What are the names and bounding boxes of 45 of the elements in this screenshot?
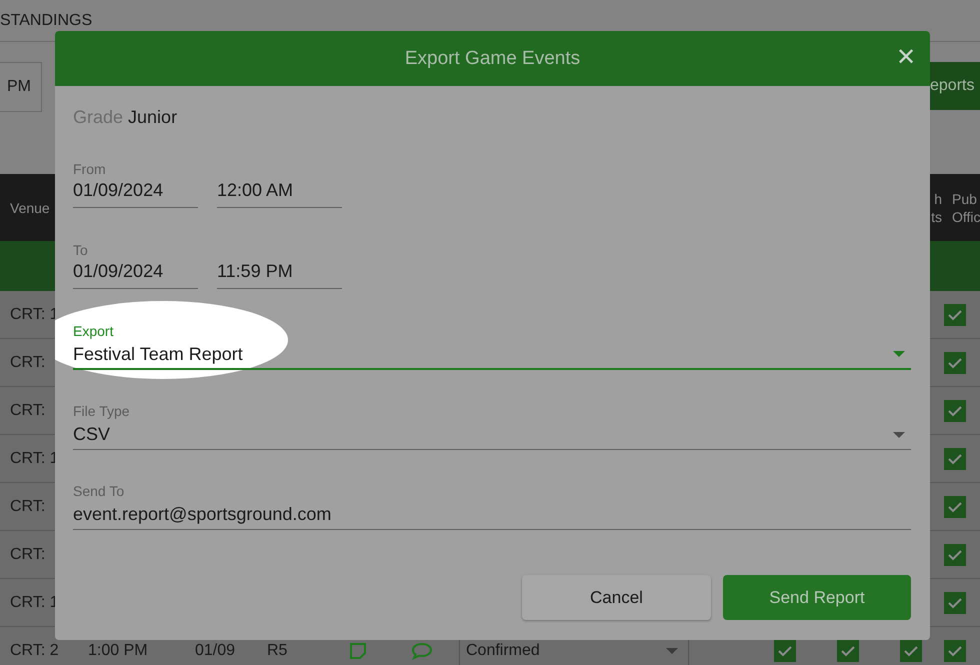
cancel-button[interactable]: Cancel xyxy=(522,575,711,620)
input-field[interactable]: event.report@sportsground.com xyxy=(73,500,911,530)
column-header: Venue xyxy=(10,200,50,216)
checkbox[interactable] xyxy=(944,304,966,326)
select-field[interactable]: CSV xyxy=(73,420,911,450)
send-button[interactable]: Send Report xyxy=(723,575,911,620)
checkbox[interactable] xyxy=(944,496,966,518)
caret-icon xyxy=(893,351,905,357)
field-label: To xyxy=(73,241,89,259)
page-title: STANDINGS xyxy=(0,12,92,30)
field-label: Export xyxy=(73,322,114,340)
grade-value: Junior xyxy=(128,107,178,127)
table-cell-text: R5 xyxy=(267,642,288,660)
checkbox[interactable] xyxy=(900,640,922,662)
checkbox[interactable] xyxy=(944,400,966,422)
close-button[interactable]: ✕ xyxy=(892,43,920,73)
table-cell-text: CRT: 2 xyxy=(10,642,60,660)
time-field[interactable]: 12:00 AM xyxy=(217,178,342,208)
checkbox[interactable] xyxy=(944,448,966,470)
date-field[interactable]: 01/09/2024 xyxy=(73,178,198,208)
checkbox[interactable] xyxy=(944,352,966,374)
checkbox[interactable] xyxy=(836,640,858,662)
time-field[interactable]: 11:59 PM xyxy=(217,259,342,289)
column-header: h ts xyxy=(930,190,942,226)
column-header: Pub Offic xyxy=(952,190,980,226)
date-field[interactable]: 01/09/2024 xyxy=(73,259,198,289)
checkbox[interactable] xyxy=(944,592,966,614)
table-cell: CRT: xyxy=(10,402,46,420)
caret-icon xyxy=(893,432,905,438)
checkbox[interactable] xyxy=(944,640,966,662)
table-cell-text: 01/09 xyxy=(195,642,236,660)
checkbox[interactable] xyxy=(774,640,796,662)
reports-button[interactable]: eports xyxy=(930,62,980,110)
field-label: Send To xyxy=(73,482,126,500)
select-field[interactable]: Festival Team Report xyxy=(73,340,911,370)
table-cell: CRT: xyxy=(10,498,46,516)
toolbar-button[interactable]: PM xyxy=(0,62,42,112)
field-label: From xyxy=(73,160,107,178)
field-label: File Type xyxy=(73,402,131,420)
checkbox[interactable] xyxy=(944,544,966,566)
table-cell-text: 1:00 PM xyxy=(88,642,149,660)
caret-icon xyxy=(666,648,678,654)
table-cell: CRT: xyxy=(10,546,46,564)
dialog-title: Export Game Events xyxy=(404,48,580,70)
table-cell: CRT: xyxy=(10,354,46,372)
